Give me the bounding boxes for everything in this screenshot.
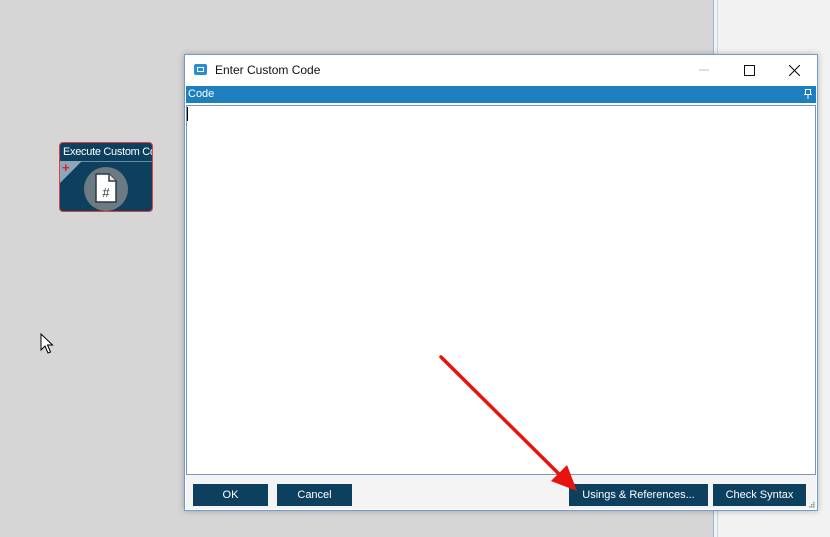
dialog-footer: OK Cancel Usings & References... Check S…	[186, 475, 816, 509]
pin-icon[interactable]	[804, 89, 812, 99]
text-caret	[187, 107, 188, 121]
maximize-button[interactable]	[726, 55, 772, 85]
node-icon-circle: #	[84, 167, 128, 211]
close-button[interactable]	[771, 55, 817, 85]
svg-text:#: #	[102, 185, 110, 200]
ok-button[interactable]: OK	[193, 484, 268, 506]
node-title: Execute Custom Code	[61, 144, 152, 162]
usings-references-button[interactable]: Usings & References...	[569, 484, 708, 506]
node-plus-icon[interactable]: +	[62, 161, 70, 175]
cancel-button[interactable]: Cancel	[277, 484, 352, 506]
dialog-titlebar[interactable]: Enter Custom Code	[185, 55, 817, 85]
dialog-title: Enter Custom Code	[215, 63, 321, 77]
close-icon	[788, 64, 800, 76]
resize-grip-icon[interactable]	[807, 500, 815, 508]
code-editor[interactable]	[186, 105, 816, 475]
execute-custom-code-node[interactable]: Execute Custom Code + #	[59, 142, 153, 212]
enter-custom-code-dialog: Enter Custom Code Code OK Cancel Usings …	[184, 54, 818, 511]
mouse-cursor-icon	[40, 333, 54, 354]
hash-file-icon: #	[95, 173, 117, 203]
code-section-header: Code	[186, 86, 816, 103]
app-window-icon	[194, 64, 207, 75]
check-syntax-button[interactable]: Check Syntax	[713, 484, 806, 506]
code-header-label: Code	[188, 88, 215, 100]
maximize-icon	[743, 64, 755, 76]
minimize-button[interactable]	[681, 55, 727, 85]
minimize-icon	[699, 69, 709, 71]
